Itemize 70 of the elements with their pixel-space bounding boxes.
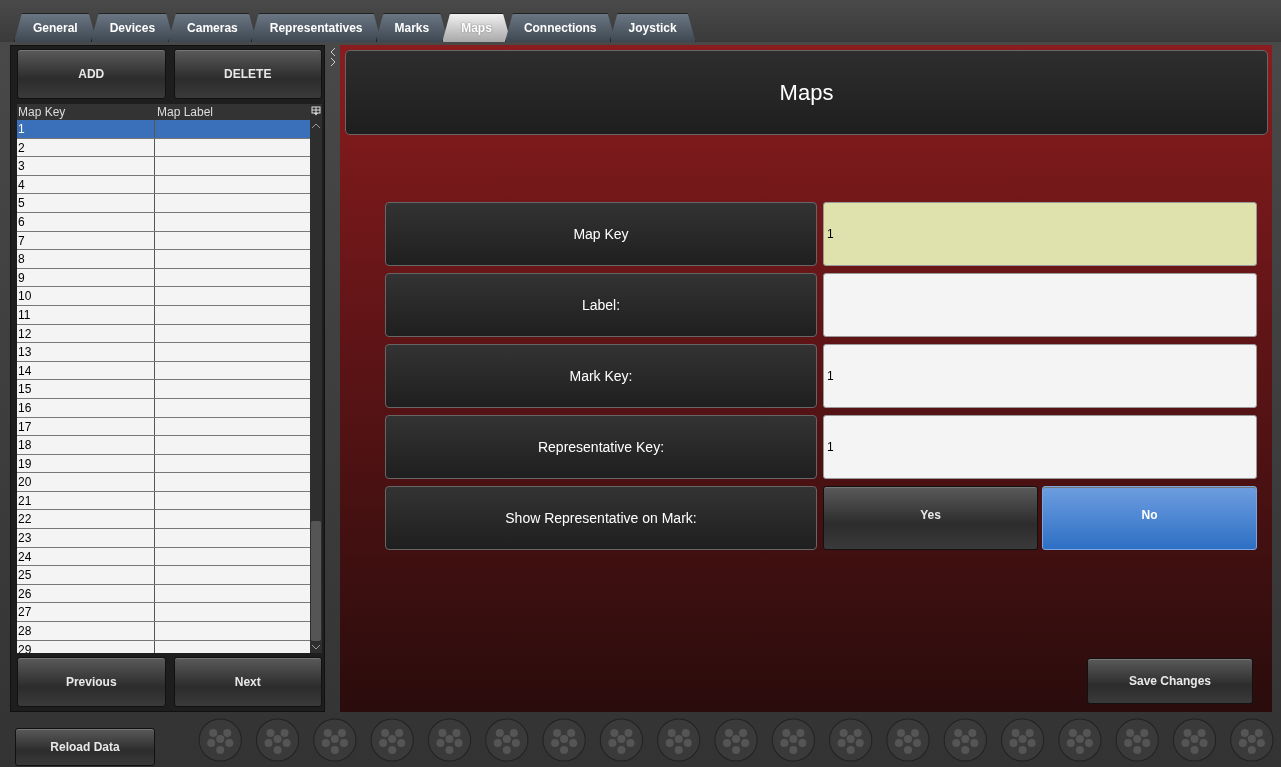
panel-title: Maps — [345, 50, 1268, 135]
table-cell: 26 — [17, 584, 155, 603]
option-button[interactable]: Yes — [823, 486, 1038, 550]
table-cell: 10 — [17, 287, 155, 305]
table-cell: 19 — [17, 454, 155, 473]
table-cell: 9 — [17, 268, 155, 287]
table-cell: 7 — [17, 231, 155, 250]
input-field[interactable]: 1 — [823, 202, 1257, 266]
field-label: Label: — [385, 273, 817, 337]
field-label: Mark Key: — [385, 344, 817, 408]
previous-button[interactable]: Previous — [17, 657, 166, 707]
table-cell: 25 — [17, 566, 155, 584]
scroll-up-icon[interactable] — [311, 122, 321, 130]
table-cell: 28 — [17, 622, 155, 640]
table-cell: 16 — [17, 398, 155, 417]
table-row[interactable]: 23 — [17, 529, 310, 548]
next-button[interactable]: Next — [173, 657, 322, 707]
table-cell: 3 — [17, 157, 155, 175]
table-cell: 24 — [17, 547, 155, 566]
table-cell: 11 — [17, 305, 155, 324]
table-row[interactable]: 13 — [17, 343, 310, 362]
scroll-thumb[interactable] — [311, 521, 321, 641]
column-header[interactable]: Map Label — [156, 104, 310, 120]
table-cell: 21 — [17, 491, 155, 510]
table-cell: 1 — [17, 120, 155, 138]
input-field[interactable]: 1 — [823, 415, 1257, 479]
input-field[interactable]: 1 — [823, 344, 1257, 408]
table-row[interactable]: 20 — [17, 473, 310, 492]
table-row[interactable]: 10 — [17, 287, 310, 306]
column-header[interactable]: Map Key — [17, 104, 156, 120]
table-cell: 22 — [17, 510, 155, 529]
option-button[interactable]: No — [1042, 486, 1257, 550]
table-row[interactable]: 1 — [17, 120, 310, 139]
table-cell: 27 — [17, 603, 155, 622]
delete-button[interactable]: DELETE — [173, 49, 322, 99]
table-row[interactable]: 28 — [17, 622, 310, 641]
table-cell: 20 — [17, 473, 155, 491]
table-cell: 12 — [17, 324, 155, 343]
reload-button[interactable]: Reload Data — [15, 727, 155, 766]
collapse-icon[interactable] — [329, 47, 336, 57]
field-label: Show Representative on Mark: — [385, 486, 817, 550]
table-cell: 4 — [17, 175, 155, 194]
add-button[interactable]: ADD — [17, 49, 166, 99]
table-row[interactable]: 22 — [17, 510, 310, 530]
input-field[interactable] — [823, 273, 1257, 337]
table-cell: 18 — [17, 436, 155, 454]
table-cell: 6 — [17, 212, 155, 231]
table-row[interactable]: 18 — [17, 436, 310, 455]
scroll-down-icon[interactable] — [311, 643, 321, 651]
table-row[interactable]: 15 — [17, 380, 310, 399]
table-row[interactable]: 27 — [17, 603, 310, 623]
table-cell: 17 — [17, 417, 155, 436]
table-cell: 14 — [17, 361, 155, 380]
table-cell: 8 — [17, 250, 155, 268]
table-row[interactable]: 3 — [17, 157, 310, 176]
tab[interactable]: Joystick — [609, 13, 696, 42]
table-row[interactable]: 8 — [17, 250, 310, 269]
column-chooser-icon[interactable] — [311, 106, 321, 116]
table-cell: 15 — [17, 380, 155, 398]
scrollbar[interactable] — [310, 104, 322, 653]
table-row[interactable]: 5 — [17, 194, 310, 213]
field-label: Map Key — [385, 202, 817, 266]
save-button[interactable]: Save Changes — [1087, 658, 1253, 704]
expand-icon[interactable] — [329, 57, 336, 67]
table-cell: 5 — [17, 194, 155, 212]
table-cell: 23 — [17, 529, 155, 547]
table-cell: 2 — [17, 138, 155, 157]
table-cell: 13 — [17, 343, 155, 361]
field-label: Representative Key: — [385, 415, 817, 479]
table-row[interactable]: 25 — [17, 566, 310, 585]
